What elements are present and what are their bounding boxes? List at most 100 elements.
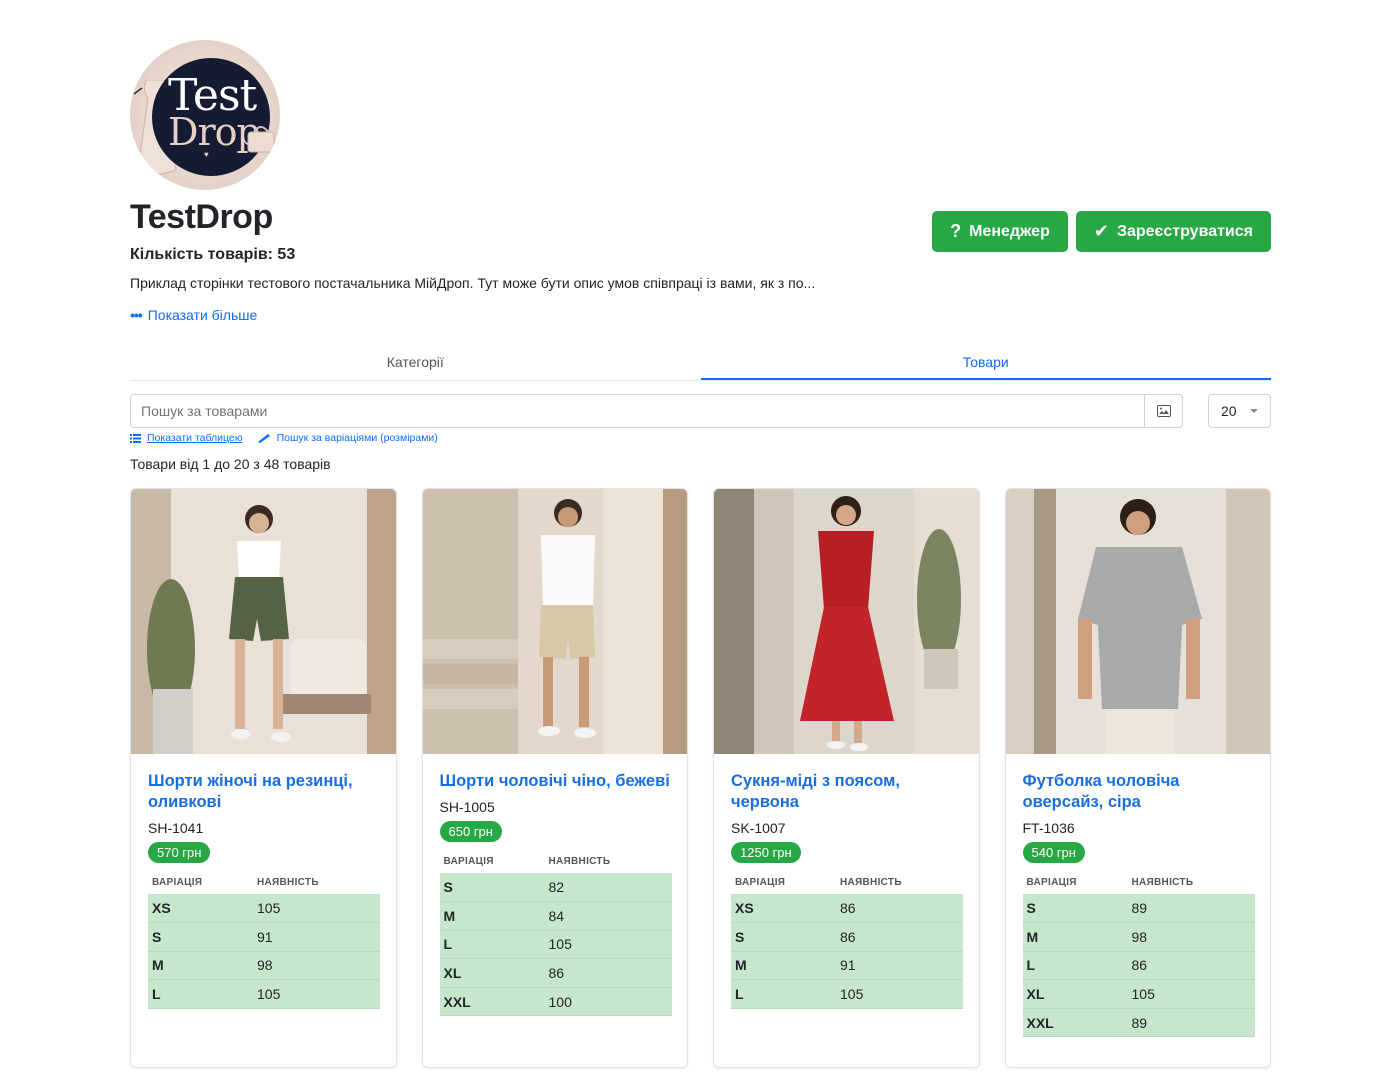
product-name[interactable]: Сукня-міді з поясом, червона (731, 771, 962, 813)
variations-table: ВАРІАЦІЯ НАЯВНІСТЬ XS 105 S 91 M 98 L 105 (148, 871, 380, 1009)
list-icon (130, 433, 141, 443)
variation-size: XL (439, 958, 545, 988)
show-more-label: Показати більше (147, 307, 258, 323)
variation-size: XL (1022, 979, 1128, 1009)
variation-size: XXL (1022, 1008, 1128, 1038)
variation-stock: 105 (836, 979, 963, 1009)
search-bar (130, 394, 1183, 428)
variation-size: S (439, 873, 545, 903)
variation-stock: 89 (1127, 1008, 1255, 1038)
product-photo[interactable] (131, 489, 396, 754)
price-badge: 650 грн (439, 821, 502, 842)
variation-size: M (1022, 922, 1128, 952)
ellipsis-icon: ••• (130, 307, 143, 323)
table-row: XL 105 (1022, 979, 1255, 1009)
tab-products[interactable]: Товари (700, 346, 1271, 380)
table-row: L 105 (731, 979, 963, 1009)
table-row: XS 105 (148, 894, 380, 924)
action-buttons: ? Менеджер ✔ Зареєструватися (932, 211, 1271, 252)
product-name[interactable]: Шорти жіночі на резинці, оливкові (148, 771, 379, 813)
product-sku: SH-1041 (148, 820, 204, 836)
variation-search-link[interactable]: Пошук за варіаціями (розмірами) (257, 432, 438, 444)
variation-stock: 84 (544, 901, 672, 931)
table-row: XS 86 (731, 894, 963, 924)
header-stock: НАЯВНІСТЬ (1131, 877, 1194, 888)
price-badge: 540 грн (1022, 842, 1085, 863)
variation-stock: 100 (544, 987, 672, 1017)
question-icon: ? (950, 221, 962, 241)
header-stock: НАЯВНІСТЬ (840, 877, 902, 888)
variation-stock: 105 (253, 979, 380, 1009)
product-card: Шорти чоловічі чіно, бежеві SH-1005 650 … (421, 488, 688, 1068)
header-variation: ВАРІАЦІЯ (1026, 877, 1077, 888)
table-row: L 105 (148, 979, 380, 1009)
image-search-button[interactable] (1144, 395, 1182, 427)
products-count: Кількість товарів: 53 (130, 246, 296, 263)
variation-size: S (731, 922, 836, 952)
variation-stock: 86 (544, 958, 672, 988)
per-page-value: 20 (1221, 403, 1237, 419)
variation-stock: 86 (1127, 951, 1255, 981)
variation-stock: 105 (253, 894, 380, 924)
table-row: L 86 (1022, 951, 1255, 981)
heart-icon: ♥ (204, 150, 209, 159)
table-row: XXL 89 (1022, 1008, 1255, 1038)
variation-size: S (1022, 894, 1128, 924)
product-photo[interactable] (714, 489, 979, 754)
variation-size: XXL (439, 987, 545, 1017)
variation-stock: 105 (1127, 979, 1255, 1009)
variation-search-label: Пошук за варіаціями (розмірами) (276, 432, 438, 444)
product-card: Шорти жіночі на резинці, оливкові SH-104… (130, 488, 397, 1068)
table-row: M 84 (439, 901, 672, 931)
supplier-description: Приклад сторінки тестового постачальника… (130, 275, 816, 291)
header-stock: НАЯВНІСТЬ (257, 877, 319, 888)
supplier-name: TestDrop (130, 198, 273, 236)
variation-stock: 86 (836, 922, 963, 952)
variation-stock: 86 (836, 894, 963, 924)
register-button-label: Зареєструватися (1116, 222, 1253, 240)
product-photo[interactable] (1005, 489, 1270, 754)
product-photo[interactable] (422, 489, 687, 754)
product-name[interactable]: Шорти чоловічі чіно, бежеві (440, 771, 671, 792)
variation-size: L (148, 979, 253, 1009)
product-sku: SH-1005 (439, 799, 495, 815)
variation-stock: 98 (253, 951, 380, 981)
tab-categories[interactable]: Категорії (130, 346, 701, 380)
variation-stock: 82 (544, 873, 672, 903)
variation-size: L (1022, 951, 1128, 981)
table-row: S 89 (1022, 894, 1255, 924)
manager-button[interactable]: ? Менеджер (932, 211, 1068, 252)
price-badge: 570 грн (148, 842, 211, 863)
variation-stock: 105 (544, 930, 672, 960)
results-summary: Товари від 1 до 20 з 48 товарів (130, 456, 331, 472)
product-grid: Шорти жіночі на резинці, оливкові SH-104… (130, 488, 1271, 1068)
header-variation: ВАРІАЦІЯ (735, 877, 786, 888)
product-name[interactable]: Футболка чоловіча оверсайз, сіра (1023, 771, 1254, 813)
show-more-link[interactable]: ••• Показати більше (130, 307, 257, 323)
check-icon: ✔ (1093, 221, 1109, 241)
show-table-label: Показати таблицею (147, 432, 243, 444)
table-row: S 91 (148, 922, 380, 952)
variation-size: L (731, 979, 836, 1009)
tabs: Категорії Товари (130, 346, 1271, 381)
variation-stock: 98 (1127, 922, 1255, 952)
handbag-icon (247, 126, 275, 153)
variation-size: XS (148, 894, 253, 924)
table-row: XXL 100 (439, 987, 672, 1017)
manager-button-label: Менеджер (969, 222, 1050, 240)
per-page-select[interactable]: 20 (1208, 394, 1271, 428)
show-table-link[interactable]: Показати таблицею (130, 432, 243, 444)
variation-size: M (439, 901, 545, 931)
header-variation: ВАРІАЦІЯ (443, 856, 494, 867)
search-input[interactable] (131, 395, 1144, 427)
register-button[interactable]: ✔ Зареєструватися (1075, 211, 1271, 252)
header-variation: ВАРІАЦІЯ (152, 877, 203, 888)
product-card: Сукня-міді з поясом, червона SK-1007 125… (713, 488, 980, 1068)
price-badge: 1250 грн (731, 842, 801, 863)
variations-table: ВАРІАЦІЯ НАЯВНІСТЬ XS 86 S 86 M 91 L 105 (731, 871, 963, 1009)
table-row: XL 86 (439, 958, 672, 988)
search-options: Показати таблицею Пошук за варіаціями (р… (130, 432, 438, 444)
variation-size: L (439, 930, 545, 960)
table-row: S 86 (731, 922, 963, 952)
variation-size: XS (731, 894, 836, 924)
